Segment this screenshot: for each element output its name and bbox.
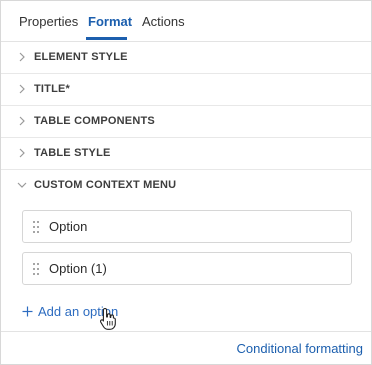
- section-label: CUSTOM CONTEXT MENU: [34, 179, 177, 191]
- format-panel: Properties Format Actions ELEMENT STYLE …: [0, 0, 372, 365]
- tab-properties[interactable]: Properties: [19, 14, 78, 29]
- active-tab-indicator: [86, 37, 127, 40]
- conditional-formatting-link[interactable]: Conditional formatting: [237, 341, 363, 356]
- option-label: Option: [49, 219, 88, 234]
- drag-handle-icon[interactable]: [32, 220, 40, 234]
- section-custom-context-menu[interactable]: CUSTOM CONTEXT MENU: [1, 170, 371, 202]
- section-label: ELEMENT STYLE: [34, 51, 128, 63]
- section-label: TABLE STYLE: [34, 147, 111, 159]
- tab-actions[interactable]: Actions: [142, 14, 185, 29]
- section-title[interactable]: TITLE*: [1, 74, 371, 106]
- hand-pointer-cursor-icon: [99, 307, 116, 330]
- chevron-right-icon: [19, 84, 25, 94]
- chevron-right-icon: [19, 52, 25, 62]
- drag-handle-icon[interactable]: [32, 262, 40, 276]
- section-label: TITLE*: [34, 83, 71, 95]
- chevron-right-icon: [19, 116, 25, 126]
- section-table-style[interactable]: TABLE STYLE: [1, 138, 371, 170]
- chevron-right-icon: [19, 148, 25, 158]
- tab-bar: Properties Format Actions: [1, 1, 371, 42]
- chevron-down-icon: [17, 182, 27, 188]
- section-label: TABLE COMPONENTS: [34, 115, 155, 127]
- section-element-style[interactable]: ELEMENT STYLE: [1, 42, 371, 74]
- option-label: Option (1): [49, 261, 107, 276]
- option-row[interactable]: Option: [22, 210, 352, 243]
- option-row[interactable]: Option (1): [22, 252, 352, 285]
- plus-icon: [22, 306, 33, 317]
- panel-footer: Conditional formatting: [1, 331, 371, 364]
- section-table-components[interactable]: TABLE COMPONENTS: [1, 106, 371, 138]
- tab-format[interactable]: Format: [88, 14, 132, 29]
